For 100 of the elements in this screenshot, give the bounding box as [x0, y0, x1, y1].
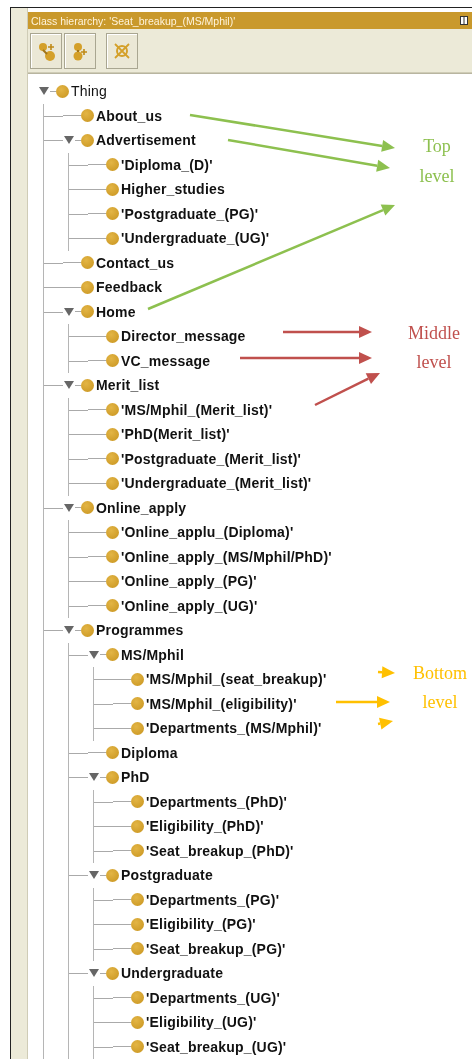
class-name[interactable]: 'Eligibility_(PG)' [146, 916, 256, 933]
expand-toggle[interactable] [64, 503, 74, 512]
class-icon [81, 378, 94, 392]
class-icon [106, 648, 119, 662]
expand-toggle[interactable] [39, 87, 49, 96]
class-icon [106, 452, 119, 466]
class-name[interactable]: Director_message [121, 328, 246, 345]
class-name[interactable]: Programmes [96, 622, 184, 639]
class-icon [81, 109, 94, 123]
class-icon [106, 746, 119, 760]
class-name[interactable]: Diploma [121, 744, 178, 761]
class-name[interactable]: Merit_list [96, 377, 160, 394]
class-name[interactable]: Feedback [96, 279, 163, 296]
class-name[interactable]: Thing [71, 83, 108, 100]
class-icon [131, 672, 144, 686]
class-icon [131, 844, 144, 858]
expand-toggle[interactable] [89, 650, 99, 659]
class-icon [81, 501, 94, 515]
class-icon [106, 868, 119, 882]
class-icon [131, 893, 144, 907]
class-name[interactable]: 'PhD(Merit_list)' [121, 426, 230, 443]
class-name[interactable]: Home [96, 303, 136, 320]
expand-toggle[interactable] [89, 969, 99, 978]
class-name[interactable]: Undergraduate [121, 965, 224, 982]
arrow [314, 373, 380, 407]
class-icon [106, 403, 119, 417]
class-name[interactable]: 'MS/Mphil_(seat_breakup)' [146, 671, 327, 688]
class-icon [106, 966, 119, 980]
class-name[interactable]: Higher_studies [121, 181, 225, 198]
class-name[interactable]: MS/Mphil [121, 646, 185, 663]
class-name[interactable]: 'Postgraduate_(Merit_list)' [121, 450, 302, 467]
class-icon [106, 158, 119, 172]
class-name[interactable]: 'Seat_breakup_(PG)' [146, 940, 286, 957]
class-icon [81, 305, 94, 319]
class-name[interactable]: 'Departments_(PG)' [146, 891, 280, 908]
class-name[interactable]: 'Postgraduate_(PG)' [121, 205, 259, 222]
class-icon [81, 133, 94, 147]
class-icon [131, 1015, 144, 1029]
annotation-label: level [416, 352, 452, 372]
class-name[interactable]: Postgraduate [121, 867, 213, 884]
class-icon [56, 84, 69, 98]
class-icon [131, 697, 144, 711]
class-name[interactable]: 'Departments_(PhD)' [146, 793, 288, 810]
expand-toggle[interactable] [89, 871, 99, 880]
branch-nodes-icon [36, 40, 56, 61]
class-icon [131, 795, 144, 809]
class-name[interactable]: 'MS/Mphil_(Merit_list)' [121, 401, 273, 418]
class-name[interactable]: 'Eligibility_(UG)' [146, 1014, 257, 1031]
class-name[interactable]: 'Departments_(MS/Mphil)' [146, 720, 322, 737]
arrow [336, 696, 390, 708]
arrow [377, 717, 393, 730]
class-icon [106, 231, 119, 245]
class-name[interactable]: 'Online_apply_(PG)' [121, 573, 257, 590]
annotation-label: Top [423, 136, 451, 156]
class-icon [106, 525, 119, 539]
class-icon [81, 623, 94, 637]
panel-title: Class hierarchy: 'Seat_breakup_(MS/Mphil)' [31, 14, 237, 27]
expand-toggle[interactable] [64, 307, 74, 316]
class-name[interactable]: 'Diploma_(D)' [121, 156, 213, 173]
annotation-label: Bottom [413, 663, 467, 683]
annotation-label: level [419, 166, 455, 186]
class-name[interactable]: 'Undergraduate_(Merit_list)' [121, 475, 312, 492]
class-icon [106, 207, 119, 221]
annotation-label: Middle [408, 323, 460, 343]
class-icon [106, 770, 119, 784]
class-icon [106, 476, 119, 490]
class-name[interactable]: 'Online_apply_(UG)' [121, 597, 258, 614]
class-name[interactable]: 'Seat_breakup_(UG)' [146, 1038, 287, 1055]
class-icon [106, 182, 119, 196]
panel-icon[interactable] [460, 16, 468, 25]
class-name[interactable]: PhD [121, 769, 150, 786]
class-icon [131, 819, 144, 833]
class-name[interactable]: VC_message [121, 352, 211, 369]
class-name[interactable]: Contact_us [96, 254, 175, 271]
class-icon [106, 599, 119, 613]
class-name[interactable]: 'Eligibility_(PhD)' [146, 818, 264, 835]
class-icon [106, 574, 119, 588]
class-name[interactable]: 'MS/Mphil_(eligibility)' [146, 695, 297, 712]
class-name[interactable]: 'Departments_(UG)' [146, 989, 280, 1006]
class-name[interactable]: About_us [96, 107, 163, 124]
class-name[interactable]: 'Undergraduate_(UG)' [121, 230, 270, 247]
class-icon [106, 550, 119, 564]
crossed-circle-icon [112, 40, 132, 61]
class-icon [131, 991, 144, 1005]
annotation-label: level [422, 692, 458, 712]
class-name[interactable]: Online_apply [96, 499, 187, 516]
expand-toggle[interactable] [64, 136, 74, 145]
expand-toggle[interactable] [64, 626, 74, 635]
class-icon [131, 1040, 144, 1054]
class-icon [106, 354, 119, 368]
class-icon [131, 917, 144, 931]
class-icon [106, 329, 119, 343]
expand-toggle[interactable] [89, 773, 99, 782]
class-name[interactable]: Advertisement [96, 132, 196, 149]
class-name[interactable]: 'Online_apply_(MS/Mphil/PhD)' [121, 548, 332, 565]
class-name[interactable]: 'Online_applu_(Diploma)' [121, 524, 294, 541]
class-icon [106, 427, 119, 441]
expand-toggle[interactable] [64, 381, 74, 390]
arrow [377, 666, 395, 679]
class-name[interactable]: 'Seat_breakup_(PhD)' [146, 842, 294, 859]
